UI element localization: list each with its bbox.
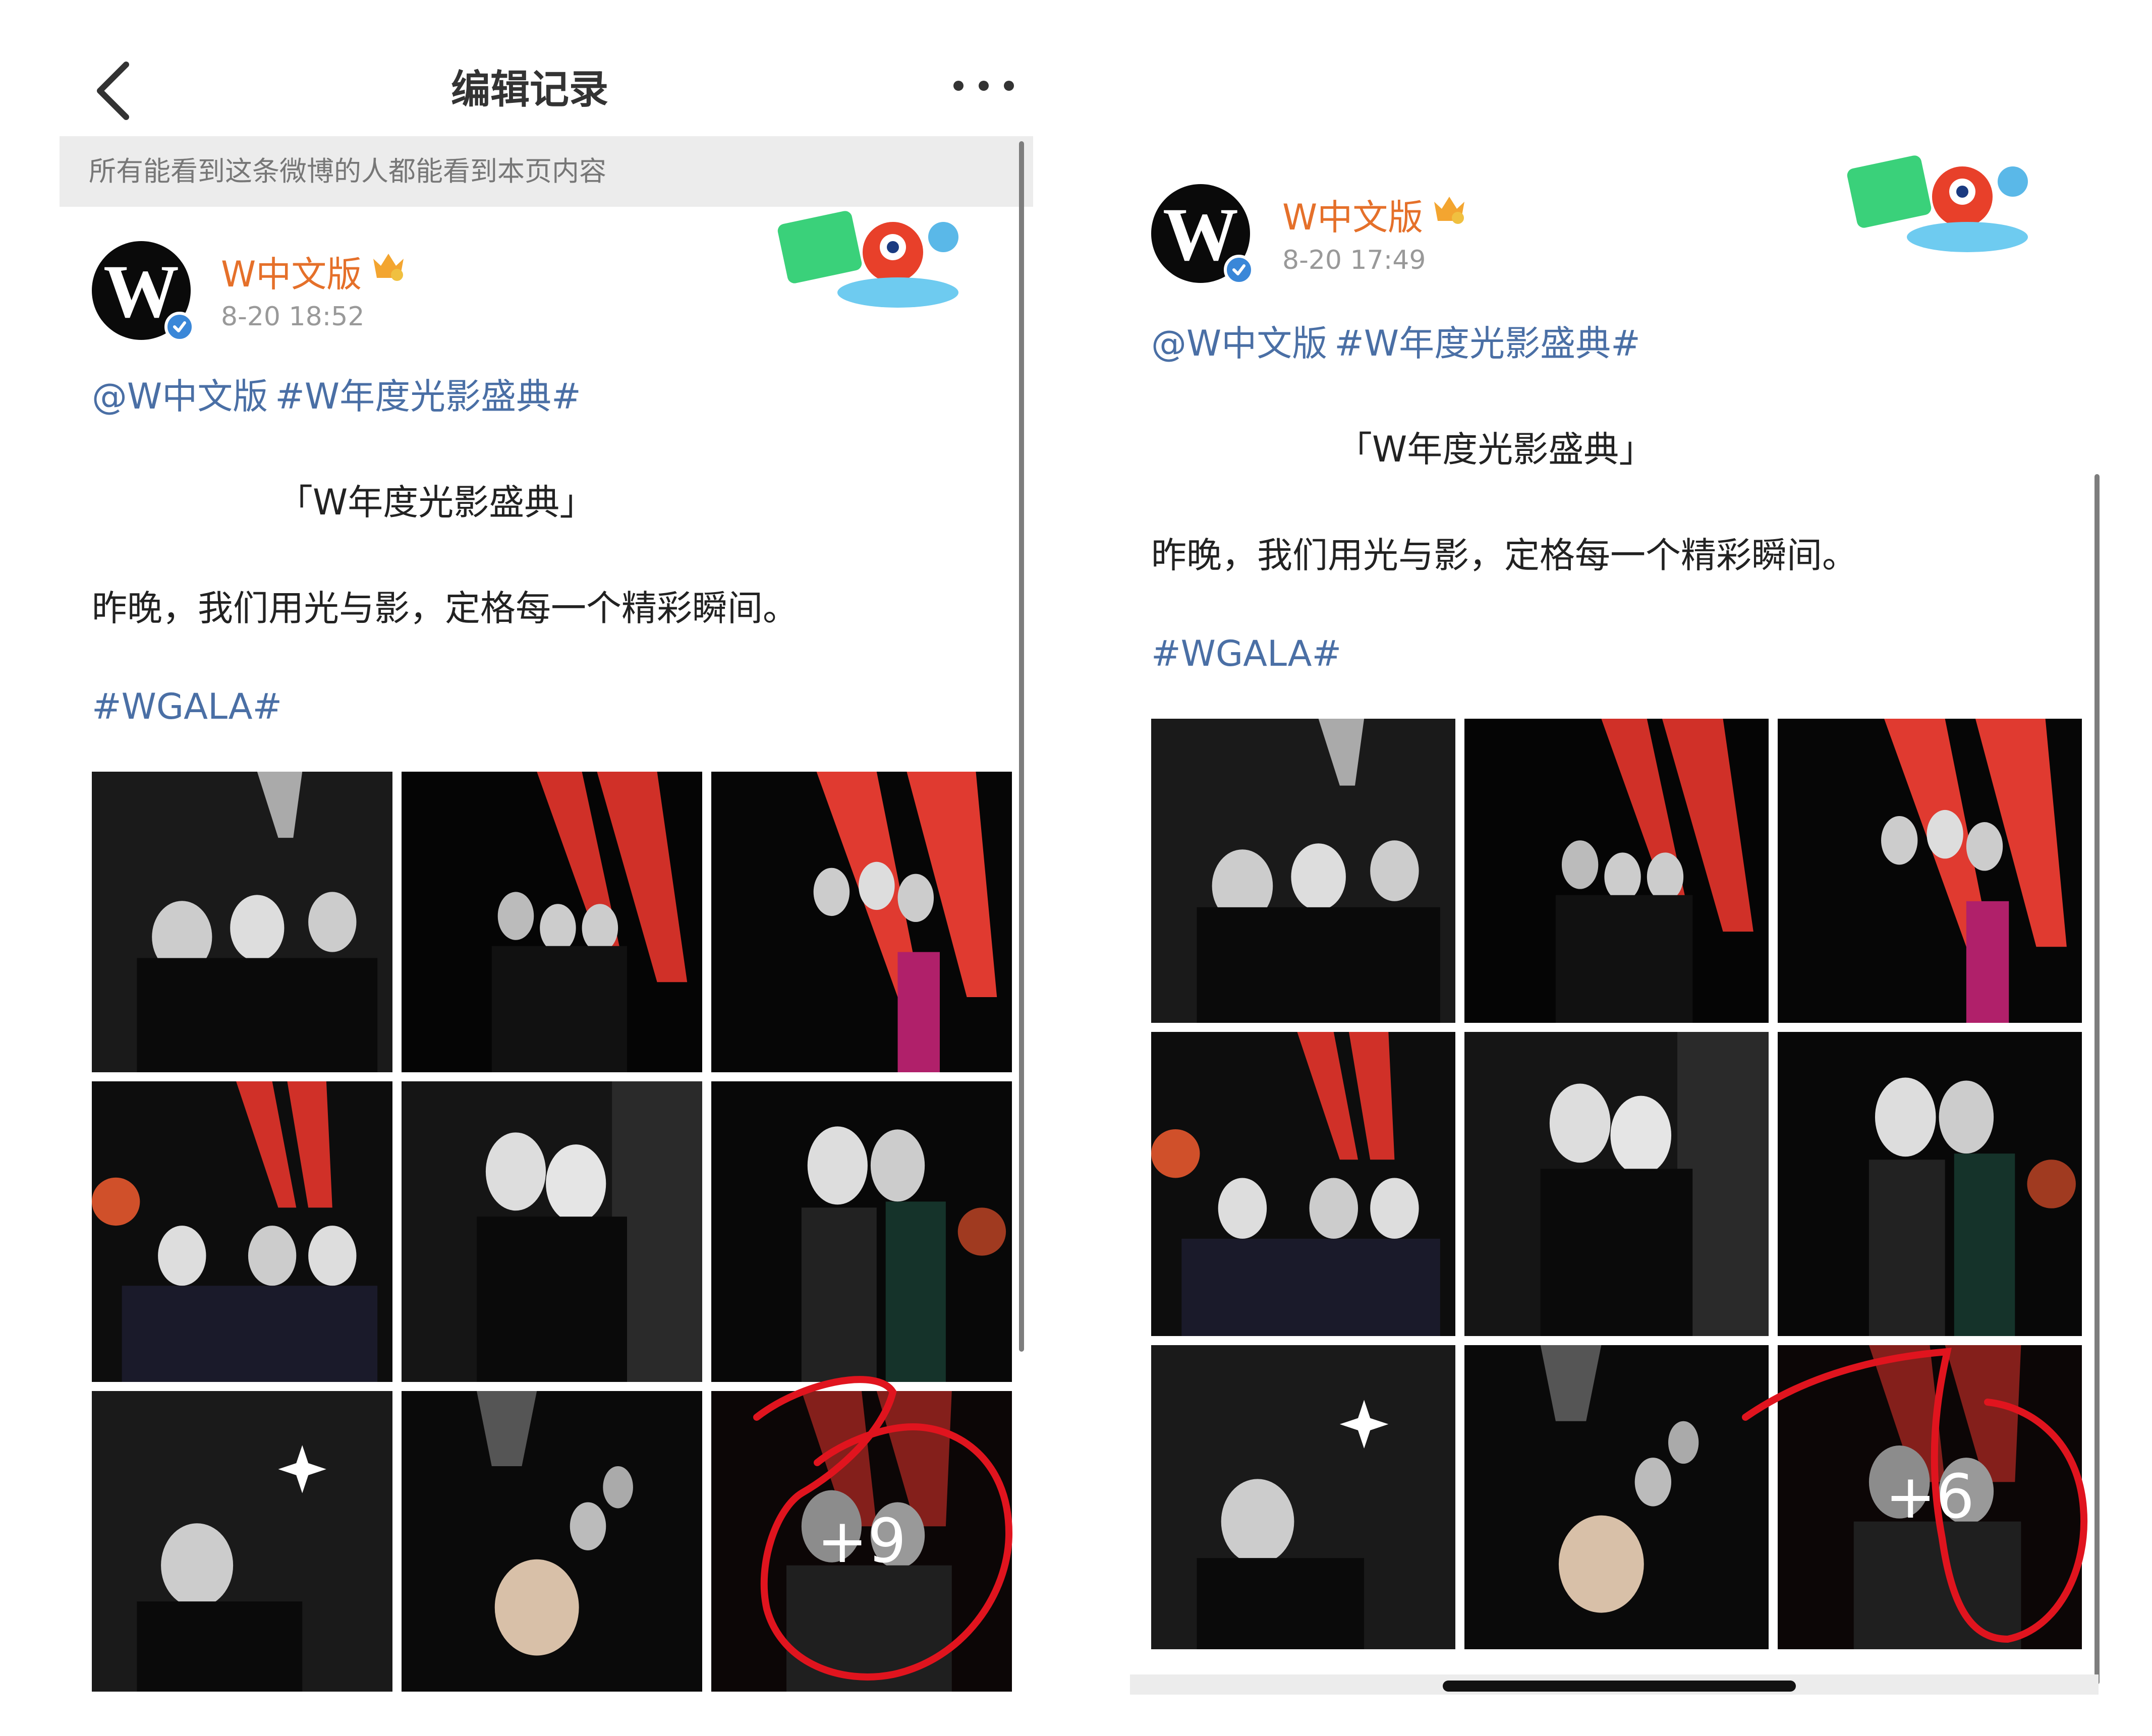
- photo-thumbnail[interactable]: [1151, 719, 1455, 1023]
- verified-badge-icon: [164, 312, 195, 342]
- mention-tag-link[interactable]: #W年度光影盛典#: [275, 376, 581, 417]
- photo-thumbnail[interactable]: [402, 1081, 702, 1382]
- photo-thumbnail[interactable]: [1464, 1032, 1769, 1336]
- right-screenshot: W W中文版 8-20 17:49 @W中文版 #W年度光影盛典# 「W年度光影…: [1100, 0, 2152, 1736]
- post-quote: 「W年度光影盛典」: [277, 482, 595, 523]
- photo-thumbnail[interactable]: [92, 1081, 392, 1382]
- vip-crown-icon: [1434, 197, 1464, 224]
- verified-badge-icon: [1224, 255, 1254, 285]
- national-day-sticker-icon: [1847, 155, 2028, 252]
- mention-user-link[interactable]: @W中文版: [1151, 323, 1327, 364]
- left-screenshot: 编辑记录 所有能看到这条微博的人都能看到本页内容 W W中文版 8-20 18:…: [0, 0, 1059, 1736]
- mention-user-link[interactable]: @W中文版: [92, 376, 268, 417]
- page-title: 编辑记录: [450, 67, 608, 112]
- photo-thumbnail[interactable]: [1464, 1345, 1769, 1649]
- photo-thumbnail[interactable]: [92, 772, 392, 1072]
- post-timestamp: 8-20 17:49: [1282, 245, 1426, 275]
- photo-thumbnail[interactable]: [711, 772, 1012, 1072]
- red-annotation-circle: [753, 1376, 1013, 1681]
- post-quote: 「W年度光影盛典」: [1337, 429, 1655, 470]
- post-timestamp: 8-20 18:52: [221, 302, 365, 332]
- vip-crown-icon: [373, 254, 404, 281]
- post-hashtag[interactable]: #WGALA#: [92, 686, 282, 727]
- photo-thumbnail[interactable]: [402, 772, 702, 1072]
- visibility-notice: 所有能看到这条微博的人都能看到本页内容: [60, 136, 1033, 207]
- post-body: 昨晚，我们用光与影，定格每一个精彩瞬间。: [1151, 535, 1857, 576]
- red-annotation-circle: [1742, 1348, 2088, 1643]
- avatar[interactable]: W: [1151, 184, 1254, 285]
- username[interactable]: W中文版: [1282, 189, 1423, 240]
- mention-tag-link[interactable]: #W年度光影盛典#: [1334, 323, 1640, 364]
- username[interactable]: W中文版: [221, 246, 362, 297]
- photo-thumbnail[interactable]: [92, 1391, 392, 1692]
- photo-thumbnail[interactable]: [1151, 1032, 1455, 1336]
- photo-thumbnail[interactable]: [1464, 719, 1769, 1023]
- home-indicator[interactable]: [1443, 1681, 1796, 1692]
- post-hashtag[interactable]: #WGALA#: [1151, 633, 1341, 674]
- more-dots-icon[interactable]: [948, 76, 1019, 96]
- post-mention-line: @W中文版 #W年度光影盛典#: [92, 368, 581, 419]
- avatar[interactable]: W: [92, 241, 195, 342]
- photo-thumbnail[interactable]: [1778, 1032, 2082, 1336]
- post-mention-line: @W中文版 #W年度光影盛典#: [1151, 315, 1640, 366]
- photo-thumbnail[interactable]: [1151, 1345, 1455, 1649]
- photo-thumbnail[interactable]: [711, 1081, 1012, 1382]
- national-day-sticker-icon: [777, 211, 958, 308]
- scrollbar[interactable]: [1019, 141, 1024, 1352]
- photo-thumbnail[interactable]: [402, 1391, 702, 1692]
- post-body: 昨晚，我们用光与影，定格每一个精彩瞬间。: [92, 588, 798, 629]
- photo-thumbnail[interactable]: [1778, 719, 2082, 1023]
